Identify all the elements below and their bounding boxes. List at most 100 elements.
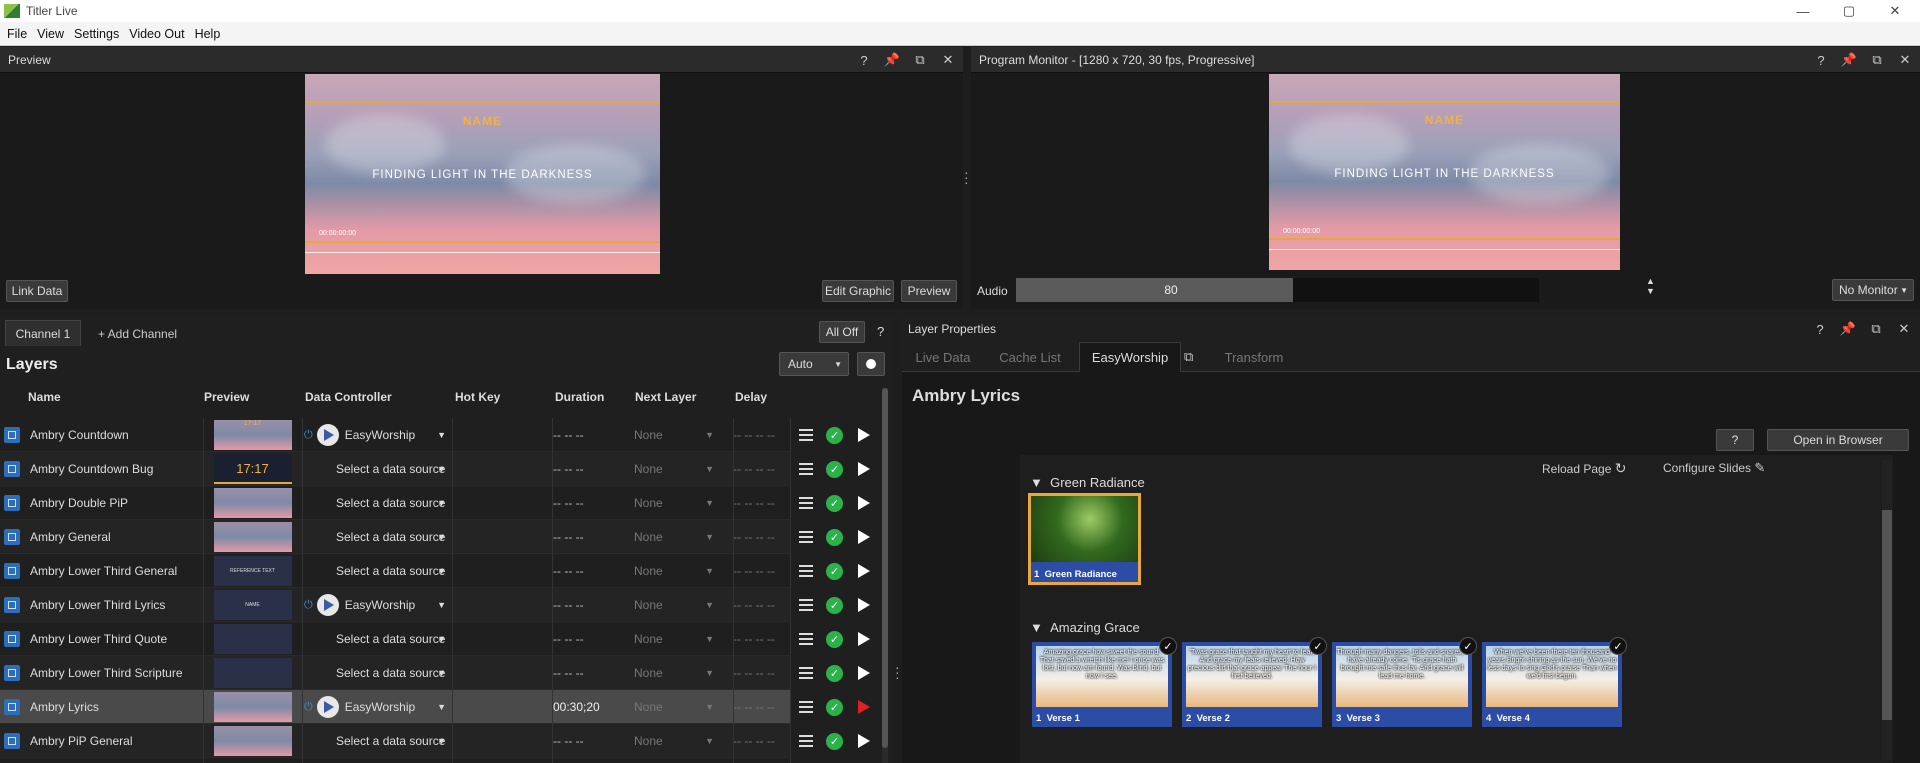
next-layer-select[interactable]: None ▼ [634, 418, 734, 452]
play-layer-button[interactable] [858, 486, 870, 520]
group-amazing-grace[interactable]: ▼ Amazing Grace [1030, 620, 1140, 635]
menu-video-out[interactable]: Video Out [129, 27, 184, 41]
hot-key-field[interactable] [453, 588, 553, 622]
tab-live-data[interactable]: Live Data [908, 342, 978, 372]
slide-verse-3[interactable]: Through many dangers, toils and snares, … [1332, 637, 1477, 727]
layer-row[interactable]: Ambry Lower Third Quote Select a data sou… [0, 622, 870, 656]
add-channel-button[interactable]: + Add Channel [98, 327, 177, 341]
close-icon[interactable]: ✕ [934, 52, 962, 68]
preview-button[interactable]: Preview [901, 280, 957, 302]
layer-ready-indicator[interactable]: ✓ [826, 724, 843, 758]
help-icon[interactable]: ? [1807, 53, 1835, 68]
duration-field[interactable]: -- -- -- [553, 452, 633, 486]
layer-menu-button[interactable] [799, 690, 813, 724]
play-layer-button[interactable] [858, 656, 870, 690]
duration-field[interactable]: -- -- -- [553, 520, 633, 554]
slide-verse-4[interactable]: When we've been there ten thousand years… [1482, 637, 1627, 727]
close-button[interactable]: ✕ [1872, 0, 1918, 22]
all-off-button[interactable]: All Off [819, 321, 865, 343]
delay-field[interactable]: -- -- -- -- [733, 588, 790, 622]
play-layer-button[interactable] [858, 724, 870, 758]
layer-menu-button[interactable] [799, 588, 813, 622]
hot-key-field[interactable] [453, 622, 553, 656]
float-tab-icon[interactable]: ⧉ [1184, 349, 1193, 365]
layer-menu-button[interactable] [799, 622, 813, 656]
close-icon[interactable]: ✕ [1891, 52, 1919, 68]
layer-row[interactable]: Ambry Countdown Bug 17:17 Select a data so… [0, 452, 870, 486]
duration-field[interactable]: -- -- -- [553, 622, 633, 656]
next-layer-select[interactable]: None ▼ [634, 520, 734, 554]
next-layer-select[interactable]: None ▼ [634, 588, 734, 622]
layer-menu-button[interactable] [799, 452, 813, 486]
vertical-splitter-2[interactable]: · · · [895, 660, 900, 684]
float-icon[interactable]: ⧉ [1862, 321, 1890, 337]
duration-field[interactable]: -- -- -- [553, 418, 633, 452]
open-in-browser-button[interactable]: Open in Browser [1767, 429, 1909, 451]
maximize-button[interactable]: ▢ [1826, 0, 1872, 22]
delay-field[interactable]: -- -- -- -- [733, 554, 790, 588]
delay-field[interactable]: -- -- -- -- [733, 724, 790, 758]
hot-key-field[interactable] [453, 656, 553, 690]
layer-ready-indicator[interactable]: ✓ [826, 588, 843, 622]
layer-row[interactable]: Ambry Lower Third Lyrics NAME ⏻ EasyWorship… [0, 588, 870, 622]
layer-row[interactable]: Ambry Lyrics ⏻ EasyWorship ▼ 00:30;20 None ▼ --… [0, 690, 870, 724]
hot-key-field[interactable] [453, 486, 553, 520]
play-layer-button[interactable] [858, 520, 870, 554]
delay-field[interactable]: -- -- -- -- [733, 486, 790, 520]
pin-icon[interactable]: 📌 [878, 52, 906, 68]
layer-row[interactable]: Ambry Lower Third Scripture Select a data… [0, 656, 870, 690]
mode-select[interactable]: Auto ▼ [779, 352, 849, 376]
menu-help[interactable]: Help [195, 27, 221, 41]
menu-settings[interactable]: Settings [74, 27, 119, 41]
hot-key-field[interactable] [453, 418, 553, 452]
group-green-radiance[interactable]: ▼ Green Radiance [1030, 475, 1145, 490]
duration-field[interactable]: 00:30;20 [553, 690, 633, 724]
data-controller-select[interactable]: Select a data source ▼ [304, 486, 452, 520]
duration-field[interactable]: -- -- -- [553, 724, 633, 758]
help-button[interactable]: ? [1716, 429, 1754, 451]
hot-key-field[interactable] [453, 520, 553, 554]
duration-field[interactable]: -- -- -- [553, 656, 633, 690]
layer-row[interactable]: Ambry Double PiP Select a data source ▼ -- … [0, 486, 870, 520]
layer-ready-indicator[interactable]: ✓ [826, 554, 843, 588]
hot-key-field[interactable] [453, 724, 553, 758]
layer-menu-button[interactable] [799, 656, 813, 690]
next-layer-select[interactable]: None ▼ [634, 554, 734, 588]
play-layer-button[interactable] [858, 690, 870, 724]
float-icon[interactable]: ⧉ [1863, 52, 1891, 68]
layer-ready-indicator[interactable]: ✓ [826, 520, 843, 554]
layer-menu-button[interactable] [799, 724, 813, 758]
pin-icon[interactable]: 📌 [1835, 52, 1863, 68]
layer-menu-button[interactable] [799, 418, 813, 452]
layer-ready-indicator[interactable]: ✓ [826, 452, 843, 486]
monitor-select[interactable]: No Monitor ▼ [1832, 279, 1914, 301]
menu-file[interactable]: File [7, 27, 27, 41]
hot-key-field[interactable] [453, 452, 553, 486]
help-icon[interactable]: ? [877, 324, 884, 339]
edit-graphic-button[interactable]: Edit Graphic [822, 280, 894, 302]
data-controller-select[interactable]: ⏻ EasyWorship ▼ [304, 690, 452, 724]
layer-ready-indicator[interactable]: ✓ [826, 656, 843, 690]
layer-menu-button[interactable] [799, 554, 813, 588]
slide-verse-2[interactable]: 'Twas grace that taught my heart to fear… [1182, 637, 1327, 727]
tab-easyworship[interactable]: EasyWorship [1079, 342, 1181, 372]
layer-menu-button[interactable] [799, 486, 813, 520]
layer-row[interactable]: Ambry General Select a data source ▼ -- -- … [0, 520, 870, 554]
layer-row[interactable]: Ambry Lower Third General REFERENCE TEXT S… [0, 554, 870, 588]
play-layer-button[interactable] [858, 588, 870, 622]
record-button[interactable] [857, 352, 885, 376]
audio-stepper[interactable]: ▲ ▼ [1646, 276, 1655, 296]
layer-ready-indicator[interactable]: ✓ [826, 418, 843, 452]
data-controller-select[interactable]: Select a data source ▼ [304, 724, 452, 758]
configure-slides-button[interactable]: Configure Slides ✎ [1663, 460, 1765, 476]
link-data-button[interactable]: Link Data [6, 280, 68, 302]
delay-field[interactable]: -- -- -- -- [733, 418, 790, 452]
help-icon[interactable]: ? [850, 53, 878, 68]
duration-field[interactable]: -- -- -- [553, 486, 633, 520]
webview-scrollbar[interactable] [1882, 460, 1892, 760]
duration-field[interactable]: -- -- -- [553, 588, 633, 622]
slide-verse-1[interactable]: Amazing grace how sweet the sound, That … [1032, 637, 1177, 727]
next-layer-select[interactable]: None ▼ [634, 452, 734, 486]
audio-slider[interactable]: 80 [1016, 278, 1539, 302]
power-icon[interactable]: ⏻ [304, 429, 313, 442]
